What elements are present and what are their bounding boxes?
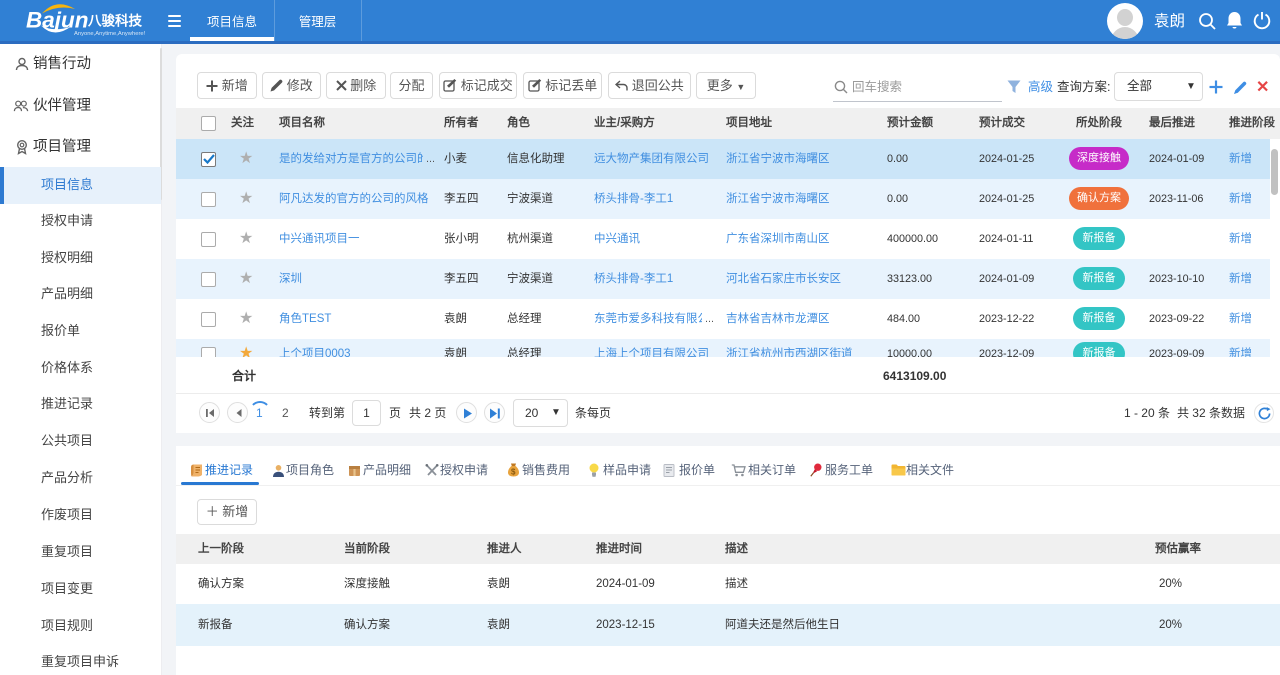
svg-text:八骏科技: 八骏科技: [87, 13, 142, 29]
svg-text:Bajun: Bajun: [26, 8, 89, 33]
svg-text:$: $: [511, 468, 516, 477]
svg-text:Anyone,Anytime,Anywhere!: Anyone,Anytime,Anywhere!: [74, 31, 146, 37]
